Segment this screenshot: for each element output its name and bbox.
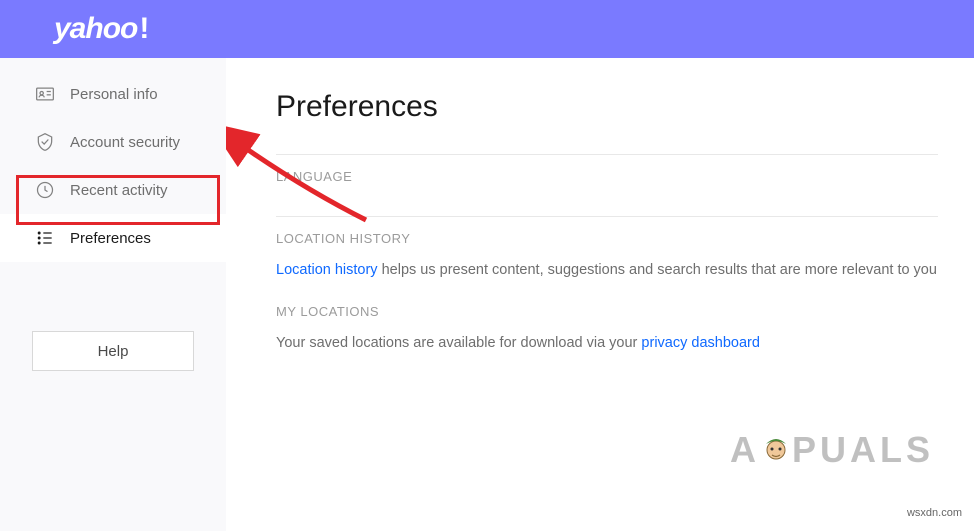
sidebar-item-label: Preferences — [70, 230, 151, 247]
section-header-language: LANGUAGE — [276, 169, 938, 184]
section-header-my-locations: MY LOCATIONS — [276, 304, 938, 319]
section-header-location-history: LOCATION HISTORY — [276, 231, 938, 246]
header: yahoo — [0, 0, 974, 58]
section-language: LANGUAGE — [276, 154, 938, 216]
sidebar-item-account-security[interactable]: Account security — [0, 118, 226, 166]
page-title: Preferences — [276, 90, 938, 124]
location-history-desc: helps us present content, suggestions an… — [378, 262, 937, 278]
shield-icon — [34, 131, 56, 153]
watermark-mascot-icon — [759, 430, 793, 470]
watermark: A PUALS — [730, 429, 934, 471]
section-my-locations: MY LOCATIONS Your saved locations are av… — [276, 298, 938, 371]
location-history-link[interactable]: Location history — [276, 262, 378, 278]
my-locations-desc: Your saved locations are available for d… — [276, 335, 641, 351]
privacy-dashboard-link[interactable]: privacy dashboard — [641, 335, 760, 351]
section-location-history: LOCATION HISTORY Location history helps … — [276, 216, 938, 298]
id-card-icon — [34, 83, 56, 105]
sidebar-item-recent-activity[interactable]: Recent activity — [0, 166, 226, 214]
sidebar-item-label: Recent activity — [70, 182, 168, 199]
sidebar: Personal info Account security Recent ac… — [0, 58, 226, 531]
sidebar-item-personal-info[interactable]: Personal info — [0, 70, 226, 118]
help-button[interactable]: Help — [32, 331, 194, 371]
source-url: wsxdn.com — [907, 507, 962, 519]
watermark-text-rest: PUALS — [792, 429, 934, 471]
watermark-char-a: A — [730, 429, 760, 471]
location-history-text: Location history helps us present conten… — [276, 260, 938, 280]
sidebar-item-label: Account security — [70, 134, 180, 151]
sidebar-item-preferences[interactable]: Preferences — [0, 214, 226, 262]
clock-icon — [34, 179, 56, 201]
my-locations-text: Your saved locations are available for d… — [276, 333, 938, 353]
sidebar-item-label: Personal info — [70, 86, 158, 103]
list-icon — [34, 227, 56, 249]
yahoo-logo[interactable]: yahoo — [54, 12, 148, 46]
